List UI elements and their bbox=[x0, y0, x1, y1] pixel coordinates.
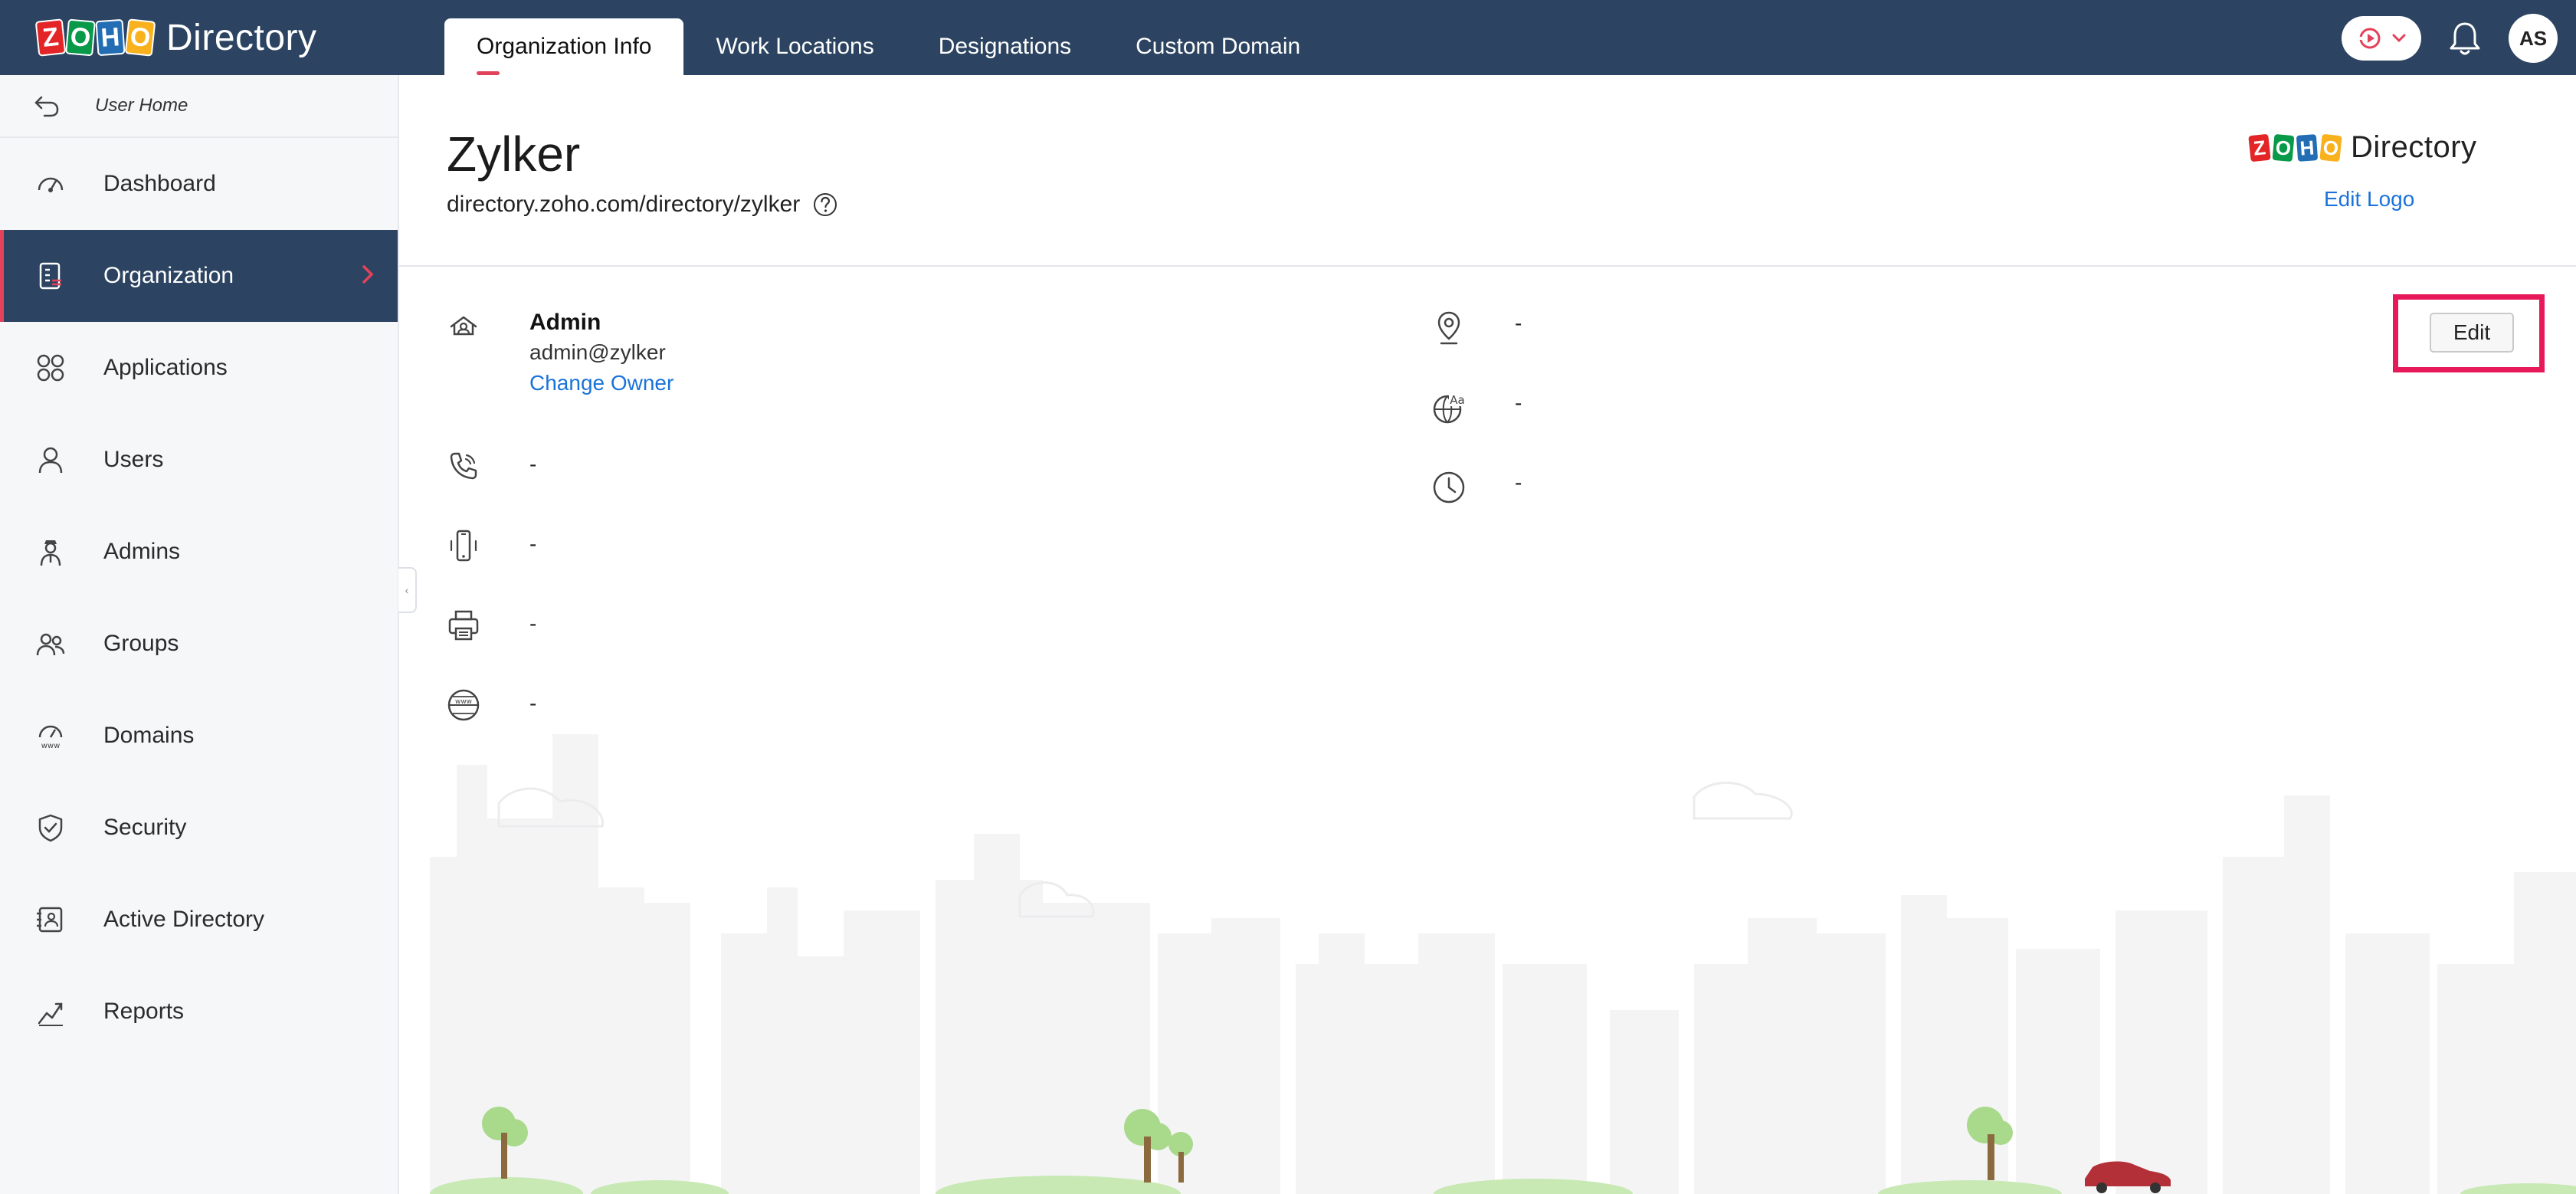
timezone-row: - bbox=[1431, 469, 1522, 506]
sidebar-item-dashboard[interactable]: Dashboard bbox=[0, 138, 398, 230]
user-icon bbox=[34, 443, 67, 477]
tab-work-locations[interactable]: Work Locations bbox=[683, 18, 906, 75]
printer-icon bbox=[448, 610, 479, 641]
zoho-logo-icon: Z O H O bbox=[34, 18, 156, 57]
website-row: www - bbox=[445, 687, 536, 723]
sidebar: User Home Dashboard Organization Applica… bbox=[0, 75, 399, 1194]
header-divider bbox=[399, 265, 2576, 267]
sidebar-item-active-directory[interactable]: Active Directory bbox=[0, 874, 398, 966]
sidebar-item-domains[interactable]: www Domains bbox=[0, 690, 398, 782]
zoho-letter-h: H bbox=[2295, 133, 2319, 162]
website-globe-icon: www bbox=[447, 689, 480, 721]
groups-icon bbox=[34, 627, 67, 661]
zoho-letter-o1: O bbox=[65, 18, 96, 57]
tab-designations[interactable]: Designations bbox=[906, 18, 1103, 75]
mobile-value: - bbox=[529, 532, 537, 556]
organization-name: Zylker bbox=[447, 126, 581, 182]
owner-title: Admin bbox=[529, 310, 601, 335]
user-avatar[interactable]: AS bbox=[2509, 14, 2558, 63]
svg-text:Aa: Aa bbox=[1450, 393, 1464, 407]
sidebar-item-label: Groups bbox=[103, 631, 179, 656]
timezone-value: - bbox=[1515, 471, 1522, 494]
organization-url-row: directory.zoho.com/directory/zylker bbox=[447, 192, 838, 218]
reports-icon bbox=[34, 995, 67, 1028]
organization-icon bbox=[34, 259, 67, 293]
address-row: - bbox=[1431, 310, 1522, 346]
logo-name: Directory bbox=[2351, 130, 2477, 164]
sidebar-item-organization[interactable]: Organization bbox=[0, 230, 398, 322]
organization-logo: Z O H O Directory bbox=[2247, 130, 2477, 165]
back-arrow-icon bbox=[34, 96, 59, 117]
location-pin-icon bbox=[1437, 311, 1460, 345]
sidebar-item-label: Domains bbox=[103, 723, 195, 748]
main-content: Zylker directory.zoho.com/directory/zylk… bbox=[399, 75, 2576, 1194]
zoho-letter-z: Z bbox=[2247, 133, 2272, 162]
brand-logo[interactable]: Z O H O Directory bbox=[34, 12, 317, 63]
admin-icon bbox=[34, 535, 67, 569]
change-owner-link[interactable]: Change Owner bbox=[529, 371, 673, 395]
phone-value: - bbox=[529, 452, 537, 476]
edit-logo-link[interactable]: Edit Logo bbox=[2324, 187, 2414, 212]
sidebar-item-applications[interactable]: Applications bbox=[0, 322, 398, 414]
sidebar-item-label: Dashboard bbox=[103, 171, 216, 196]
sidebar-item-label: Admins bbox=[103, 539, 181, 564]
meeting-icon bbox=[2358, 28, 2381, 49]
domains-icon: www bbox=[34, 719, 67, 753]
svg-text:www: www bbox=[455, 698, 472, 706]
header-actions: AS bbox=[2342, 14, 2558, 63]
address-value: - bbox=[1515, 311, 1522, 335]
chevron-down-icon bbox=[2392, 34, 2406, 43]
edit-button[interactable]: Edit bbox=[2430, 313, 2514, 353]
zoho-letter-h: H bbox=[95, 18, 126, 57]
sidebar-item-label: Organization bbox=[103, 263, 234, 288]
mobile-icon bbox=[450, 530, 477, 562]
fax-value: - bbox=[529, 612, 537, 635]
meeting-button[interactable] bbox=[2342, 16, 2421, 61]
top-bar: Z O H O Directory Organization Info Work… bbox=[0, 0, 2576, 75]
sidebar-item-label: Security bbox=[103, 815, 187, 840]
clock-icon bbox=[1433, 471, 1465, 504]
sidebar-item-users[interactable]: Users bbox=[0, 414, 398, 506]
phone-row: - bbox=[445, 448, 536, 484]
active-directory-icon bbox=[34, 903, 67, 937]
website-value: - bbox=[529, 691, 537, 715]
sidebar-item-label: Applications bbox=[103, 355, 228, 380]
sidebar-item-groups[interactable]: Groups bbox=[0, 598, 398, 690]
zoho-letter-z: Z bbox=[34, 18, 67, 57]
help-icon[interactable] bbox=[812, 192, 838, 218]
sidebar-item-admins[interactable]: Admins bbox=[0, 506, 398, 598]
user-home-label: User Home bbox=[95, 95, 188, 116]
organization-url: directory.zoho.com/directory/zylker bbox=[447, 192, 801, 217]
security-icon bbox=[34, 811, 67, 845]
language-row: Aa - bbox=[1431, 389, 1522, 426]
header-tabs: Organization Info Work Locations Designa… bbox=[444, 18, 1332, 75]
sidebar-item-label: Active Directory bbox=[103, 907, 265, 932]
sidebar-item-label: Users bbox=[103, 447, 164, 472]
svg-text:www: www bbox=[41, 742, 61, 750]
sidebar-item-label: Reports bbox=[103, 999, 185, 1024]
tab-organization-info[interactable]: Organization Info bbox=[444, 18, 684, 75]
fax-row: - bbox=[445, 607, 536, 644]
bell-icon[interactable] bbox=[2447, 19, 2483, 57]
city-skyline-illustration bbox=[430, 734, 2576, 1194]
chevron-right-icon bbox=[362, 265, 374, 284]
user-home-link[interactable]: User Home bbox=[0, 75, 398, 138]
zoho-logo-icon: Z O H O bbox=[2247, 133, 2343, 162]
phone-icon bbox=[450, 452, 477, 480]
sidebar-item-reports[interactable]: Reports bbox=[0, 966, 398, 1058]
language-globe-icon: Aa bbox=[1433, 392, 1466, 424]
zoho-letter-o2: O bbox=[124, 18, 156, 57]
sidebar-item-security[interactable]: Security bbox=[0, 782, 398, 874]
owner-email: admin@zylker bbox=[529, 340, 666, 364]
zoho-letter-o1: O bbox=[2271, 133, 2296, 162]
house-user-icon bbox=[450, 316, 477, 336]
language-value: - bbox=[1515, 391, 1522, 415]
applications-icon bbox=[34, 351, 67, 385]
zoho-letter-o2: O bbox=[2319, 133, 2343, 162]
mobile-row: - bbox=[445, 527, 536, 564]
tab-custom-domain[interactable]: Custom Domain bbox=[1103, 18, 1332, 75]
dashboard-icon bbox=[34, 167, 67, 201]
brand-name: Directory bbox=[166, 17, 317, 58]
owner-row: Admin admin@zylker Change Owner bbox=[445, 310, 673, 395]
